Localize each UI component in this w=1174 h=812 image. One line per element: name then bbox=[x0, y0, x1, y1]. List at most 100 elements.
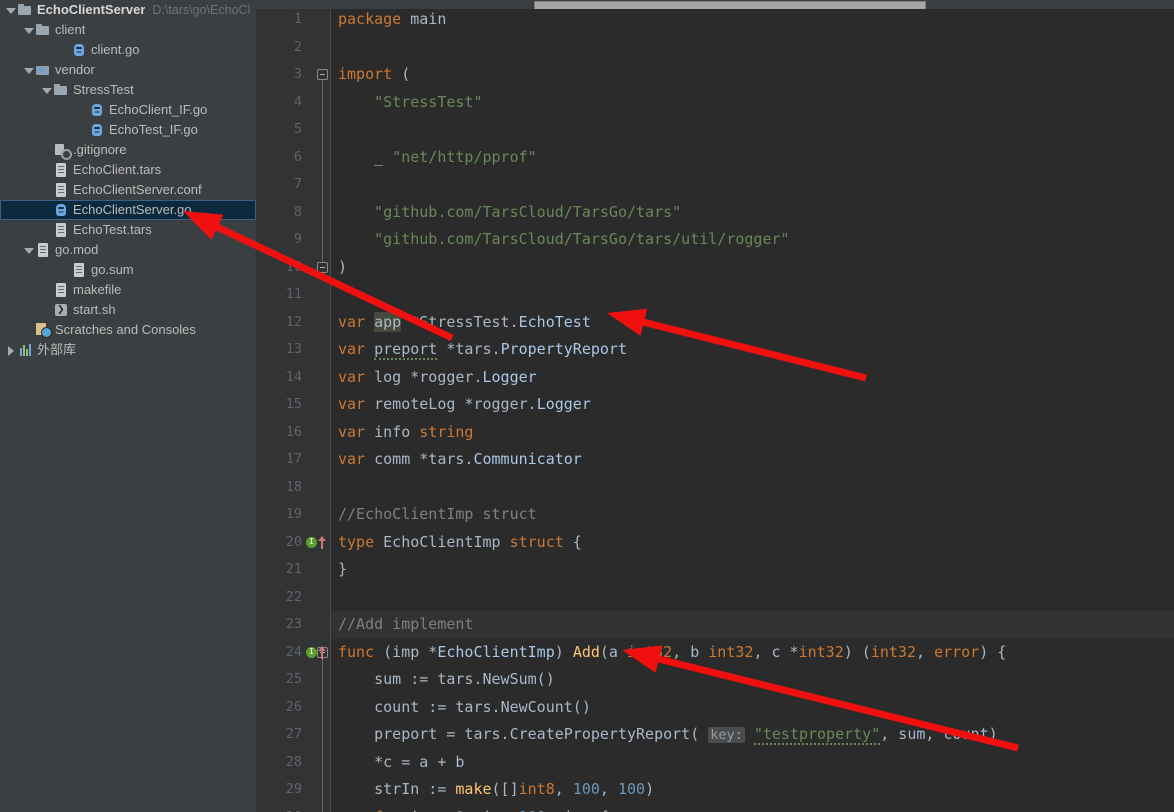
code-line-16[interactable]: var info string bbox=[331, 419, 1174, 447]
tree-twisty-open-icon[interactable] bbox=[4, 4, 17, 17]
implementation-marker-gutter[interactable] bbox=[306, 529, 330, 557]
fold-region-line bbox=[322, 657, 323, 812]
tree-item-label: client bbox=[55, 22, 86, 37]
code-line-8[interactable]: "github.com/TarsCloud/TarsGo/tars" bbox=[331, 199, 1174, 227]
code-line-25[interactable]: sum := tars.NewSum() bbox=[331, 666, 1174, 694]
tree-item-label: go.sum bbox=[91, 262, 134, 277]
line-number: 6 bbox=[293, 148, 302, 165]
code-line-22[interactable] bbox=[331, 584, 1174, 612]
code-line-20[interactable]: type EchoClientImp struct { bbox=[331, 529, 1174, 557]
go-file-icon bbox=[71, 42, 87, 58]
tree-item-echotest-tars[interactable]: EchoTest.tars bbox=[0, 220, 256, 240]
tree-item-[interactable]: 外部库 bbox=[0, 340, 256, 360]
override-up-arrow-icon[interactable] bbox=[318, 645, 327, 659]
tree-item-client[interactable]: client bbox=[0, 20, 256, 40]
tree-item-label: EchoClient_IF.go bbox=[109, 102, 208, 117]
code-line-3[interactable]: import ( bbox=[331, 61, 1174, 89]
editor-gutter[interactable]: 1 2 3 4 5 6 7 8 9 10 11 12 13 14 15 16 17 18 19 20 21 22 23 24 2… bbox=[256, 9, 331, 812]
code-line-23[interactable]: //Add implement bbox=[331, 611, 1174, 639]
code-line-19[interactable]: //EchoClientImp struct bbox=[331, 501, 1174, 529]
tree-item-echoclient-tars[interactable]: EchoClient.tars bbox=[0, 160, 256, 180]
line-number: 11 bbox=[285, 286, 302, 302]
git-file-icon bbox=[53, 142, 72, 160]
line-number: 13 bbox=[285, 341, 302, 357]
tree-item-echoclientserver[interactable]: EchoClientServer D:\tars\go\EchoCl bbox=[0, 0, 256, 20]
folder-icon bbox=[17, 2, 33, 18]
tree-item-gitignore[interactable]: .gitignore bbox=[0, 140, 256, 160]
tree-item-echoclientserver-go[interactable]: EchoClientServer.go bbox=[0, 200, 256, 220]
project-tool-window[interactable]: EchoClientServer D:\tars\go\EchoCl client c… bbox=[0, 0, 256, 812]
line-number: 20 bbox=[285, 533, 302, 550]
implemented-interface-icon[interactable] bbox=[306, 646, 317, 658]
code-line-24[interactable]: func (imp *EchoClientImp) Add(a int32, b… bbox=[331, 639, 1174, 667]
fold-toggle-icon[interactable] bbox=[317, 69, 328, 80]
tree-item-makefile[interactable]: makefile bbox=[0, 280, 256, 300]
doc-file-icon bbox=[53, 162, 69, 178]
code-line-26[interactable]: count := tars.NewCount() bbox=[331, 694, 1174, 722]
code-line-27[interactable]: preport = tars.CreatePropertyReport( key… bbox=[331, 721, 1174, 749]
code-line-6[interactable]: _ "net/http/pprof" bbox=[331, 144, 1174, 172]
fold-toggle-icon[interactable] bbox=[317, 261, 328, 273]
fold-strip[interactable] bbox=[316, 9, 331, 812]
code-line-10[interactable]: ) bbox=[331, 254, 1174, 282]
code-line-21[interactable]: } bbox=[331, 556, 1174, 584]
code-line-15[interactable]: var remoteLog *rogger.Logger bbox=[331, 391, 1174, 419]
code-line-11[interactable] bbox=[331, 281, 1174, 309]
fold-region-line bbox=[322, 80, 323, 262]
tree-item-stresstest[interactable]: StressTest bbox=[0, 80, 256, 100]
code-line-29[interactable]: strIn := make([]int8, 100, 100) bbox=[331, 776, 1174, 804]
code-editor[interactable]: 1 2 3 4 5 6 7 8 9 10 11 12 13 14 15 16 17 18 19 20 21 22 23 24 2… bbox=[256, 0, 1174, 812]
code-line-12[interactable]: var app *StressTest.EchoTest bbox=[331, 309, 1174, 337]
tree-item-client-go[interactable]: client.go bbox=[0, 40, 256, 60]
tree-item-echoclient-if-go[interactable]: EchoClient_IF.go bbox=[0, 100, 256, 120]
line-number: 12 bbox=[285, 313, 302, 330]
code-line-5[interactable] bbox=[331, 116, 1174, 144]
code-text-area[interactable]: package main import ( "StressTest" _ "net… bbox=[331, 9, 1174, 812]
tree-item-echotest-if-go[interactable]: EchoTest_IF.go bbox=[0, 120, 256, 140]
tree-twisty-open-icon[interactable] bbox=[22, 24, 35, 37]
project-tree[interactable]: EchoClientServer D:\tars\go\EchoCl client c… bbox=[0, 0, 256, 360]
line-number: 7 bbox=[293, 176, 302, 192]
tree-item-go-mod[interactable]: go.mod bbox=[0, 240, 256, 260]
tree-item-echoclientserver-conf[interactable]: EchoClientServer.conf bbox=[0, 180, 256, 200]
code-line-7[interactable] bbox=[331, 171, 1174, 199]
code-line-30[interactable]: for i := 0; i < 100; i++ { bbox=[331, 804, 1174, 812]
tree-item-go-sum[interactable]: go.sum bbox=[0, 260, 256, 280]
line-number: 19 bbox=[285, 506, 302, 522]
code-line-28[interactable]: *c = a + b bbox=[331, 749, 1174, 777]
line-number: 29 bbox=[285, 781, 302, 797]
tree-twisty-open-icon[interactable] bbox=[22, 244, 35, 257]
tree-twisty-open-icon[interactable] bbox=[40, 84, 53, 97]
implementation-marker-gutter[interactable] bbox=[306, 639, 330, 667]
code-line-1[interactable]: package main bbox=[331, 9, 1174, 34]
tree-item-path: D:\tars\go\EchoCl bbox=[152, 3, 251, 17]
tree-item-label: client.go bbox=[91, 42, 140, 57]
line-number: 18 bbox=[285, 478, 302, 495]
tree-item-vendor[interactable]: vendor bbox=[0, 60, 256, 80]
override-up-arrow-icon[interactable] bbox=[318, 535, 327, 549]
code-line-9[interactable]: "github.com/TarsCloud/TarsGo/tars/util/r… bbox=[331, 226, 1174, 254]
line-number: 3 bbox=[293, 66, 302, 82]
code-line-18[interactable] bbox=[331, 474, 1174, 502]
code-line-13[interactable]: var preport *tars.PropertyReport bbox=[331, 336, 1174, 364]
line-number: 28 bbox=[285, 753, 302, 770]
line-number: 23 bbox=[285, 616, 302, 632]
tree-item-scratches-and-consoles[interactable]: Scratches and Consoles bbox=[0, 320, 256, 340]
line-number: 25 bbox=[285, 671, 302, 687]
folder-icon bbox=[53, 82, 69, 98]
code-line-2[interactable] bbox=[331, 34, 1174, 62]
doc-file-icon bbox=[35, 242, 51, 258]
implemented-interface-icon[interactable] bbox=[306, 536, 317, 548]
line-number: 9 bbox=[293, 231, 302, 247]
tree-item-start-sh[interactable]: start.sh bbox=[0, 300, 256, 320]
tree-twisty-closed-icon[interactable] bbox=[4, 344, 17, 357]
code-line-4[interactable]: "StressTest" bbox=[331, 89, 1174, 117]
go-file-icon bbox=[53, 202, 69, 218]
code-line-14[interactable]: var log *rogger.Logger bbox=[331, 364, 1174, 392]
code-line-17[interactable]: var comm *tars.Communicator bbox=[331, 446, 1174, 474]
tree-twisty-open-icon[interactable] bbox=[22, 64, 35, 77]
